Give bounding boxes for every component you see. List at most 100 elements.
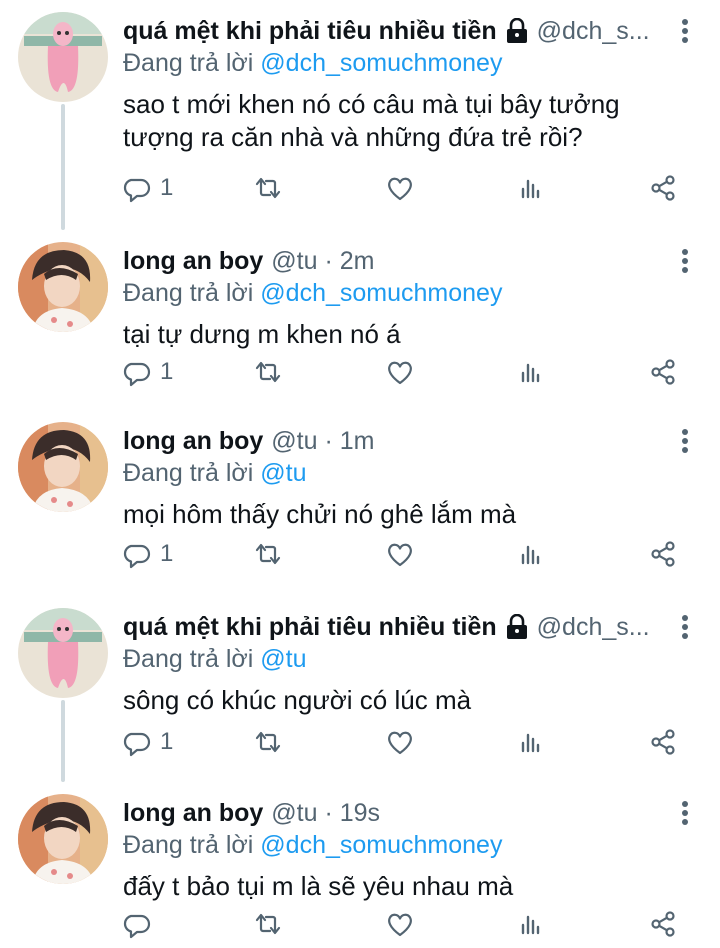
lock-icon <box>505 614 529 640</box>
tweet-header: quá mệt khi phải tiêu nhiều tiền @dch_s.… <box>123 15 660 47</box>
mention-link[interactable]: @dch_somuchmoney <box>260 831 502 859</box>
share-button[interactable] <box>648 722 678 762</box>
stats-icon <box>521 545 540 565</box>
share-icon <box>651 729 675 755</box>
retweet-button[interactable] <box>253 904 283 944</box>
reply-icon <box>123 914 151 939</box>
handle-timestamp[interactable]: @tu · 19s <box>271 797 380 829</box>
retweet-icon <box>255 731 281 753</box>
retweet-button[interactable] <box>253 352 283 392</box>
more-options-icon[interactable] <box>680 246 690 276</box>
retweet-icon <box>255 361 281 383</box>
more-options-icon[interactable] <box>680 426 690 456</box>
mention-link[interactable]: @tu <box>260 459 306 487</box>
stats-icon <box>521 733 540 753</box>
thread-line <box>61 104 65 230</box>
like-button[interactable] <box>385 722 415 762</box>
reply-button[interactable]: 1 <box>122 352 173 392</box>
heart-icon <box>388 913 412 937</box>
share-button[interactable] <box>648 534 678 574</box>
tweet-text: mọi hôm thấy chửi nó ghê lắm mà <box>123 499 517 529</box>
tweet-text: sông có khúc người có lúc mà <box>123 685 472 715</box>
more-options-icon[interactable] <box>680 612 690 642</box>
share-icon <box>651 541 675 567</box>
retweet-icon <box>255 913 281 935</box>
tweet[interactable]: quá mệt khi phải tiêu nhiều tiền @dch_s.… <box>0 596 720 782</box>
tweet[interactable]: long an boy @tu · 19s Đang trả lời @dch_… <box>0 782 720 948</box>
reply-icon <box>123 544 151 569</box>
share-button[interactable] <box>648 904 678 944</box>
tweet-header: long an boy @tu · 2m <box>123 245 660 277</box>
avatar[interactable] <box>18 12 108 102</box>
reply-button[interactable] <box>122 904 160 944</box>
retweet-icon <box>255 543 281 565</box>
share-button[interactable] <box>648 168 678 208</box>
photo-avatar-icon <box>18 242 108 332</box>
avatar[interactable] <box>18 422 108 512</box>
reply-button[interactable]: 1 <box>122 722 173 762</box>
like-button[interactable] <box>385 352 415 392</box>
tweet[interactable]: quá mệt khi phải tiêu nhiều tiền @dch_s.… <box>0 0 720 230</box>
tweet[interactable]: long an boy @tu · 1m Đang trả lời @tu mọ… <box>0 410 720 596</box>
avatar[interactable] <box>18 242 108 332</box>
more-options-icon[interactable] <box>680 798 690 828</box>
tweet[interactable]: long an boy @tu · 2m Đang trả lời @dch_s… <box>0 230 720 410</box>
handle-timestamp[interactable]: @tu · 2m <box>271 245 374 277</box>
analytics-button[interactable] <box>516 352 546 392</box>
heart-icon <box>388 731 412 755</box>
analytics-button[interactable] <box>516 722 546 762</box>
like-button[interactable] <box>385 904 415 944</box>
analytics-button[interactable] <box>516 168 546 208</box>
reply-button[interactable]: 1 <box>122 534 173 574</box>
mention-link[interactable]: @dch_somuchmoney <box>260 49 502 77</box>
retweet-button[interactable] <box>253 722 283 762</box>
display-name[interactable]: long an boy <box>123 797 263 829</box>
mention-link[interactable]: @tu <box>260 645 306 673</box>
reply-count: 1 <box>160 358 174 385</box>
avatar[interactable] <box>18 794 108 884</box>
reply-count: 1 <box>160 174 174 201</box>
reply-button[interactable]: 1 <box>122 168 173 208</box>
tweet-text: tại tự dưng m khen nó á <box>123 319 401 349</box>
share-button[interactable] <box>648 352 678 392</box>
handle-timestamp[interactable]: @dch_s... <box>537 611 650 643</box>
reply-count: 1 <box>160 540 174 567</box>
analytics-button[interactable] <box>516 904 546 944</box>
handle-timestamp[interactable]: @dch_s... <box>537 15 650 47</box>
analytics-button[interactable] <box>516 534 546 574</box>
display-name[interactable]: long an boy <box>123 245 263 277</box>
retweet-icon <box>255 177 281 199</box>
action-bar <box>0 904 720 944</box>
share-icon <box>651 359 675 385</box>
mention-link[interactable]: @dch_somuchmoney <box>260 279 502 307</box>
replying-to: Đang trả lời @tu <box>123 457 307 489</box>
share-icon <box>651 911 675 937</box>
like-button[interactable] <box>385 168 415 208</box>
tweet-header: long an boy @tu · 1m <box>123 425 660 457</box>
handle-timestamp[interactable]: @tu · 1m <box>271 425 374 457</box>
tweet-header: long an boy @tu · 19s <box>123 797 660 829</box>
display-name[interactable]: quá mệt khi phải tiêu nhiều tiền <box>123 611 497 643</box>
like-button[interactable] <box>385 534 415 574</box>
retweet-button[interactable] <box>253 534 283 574</box>
replying-to-label: Đang trả lời <box>123 49 254 77</box>
replying-to-label: Đang trả lời <box>123 831 254 859</box>
share-icon <box>651 175 675 201</box>
avatar[interactable] <box>18 608 108 698</box>
photo-avatar-icon <box>18 422 108 512</box>
action-bar: 1 <box>0 534 720 574</box>
display-name[interactable]: long an boy <box>123 425 263 457</box>
stats-icon <box>521 363 540 383</box>
stats-icon <box>521 915 540 935</box>
more-options-icon[interactable] <box>680 16 690 46</box>
replying-to-label: Đang trả lời <box>123 645 254 673</box>
pink-cartoon-avatar-icon <box>18 12 108 102</box>
reply-count: 1 <box>160 728 174 755</box>
replying-to: Đang trả lời @dch_somuchmoney <box>123 47 502 79</box>
pink-cartoon-avatar-icon <box>18 608 108 698</box>
display-name[interactable]: quá mệt khi phải tiêu nhiều tiền <box>123 15 497 47</box>
photo-avatar-icon <box>18 794 108 884</box>
retweet-button[interactable] <box>253 168 283 208</box>
action-bar: 1 <box>0 722 720 762</box>
stats-icon <box>521 179 540 199</box>
